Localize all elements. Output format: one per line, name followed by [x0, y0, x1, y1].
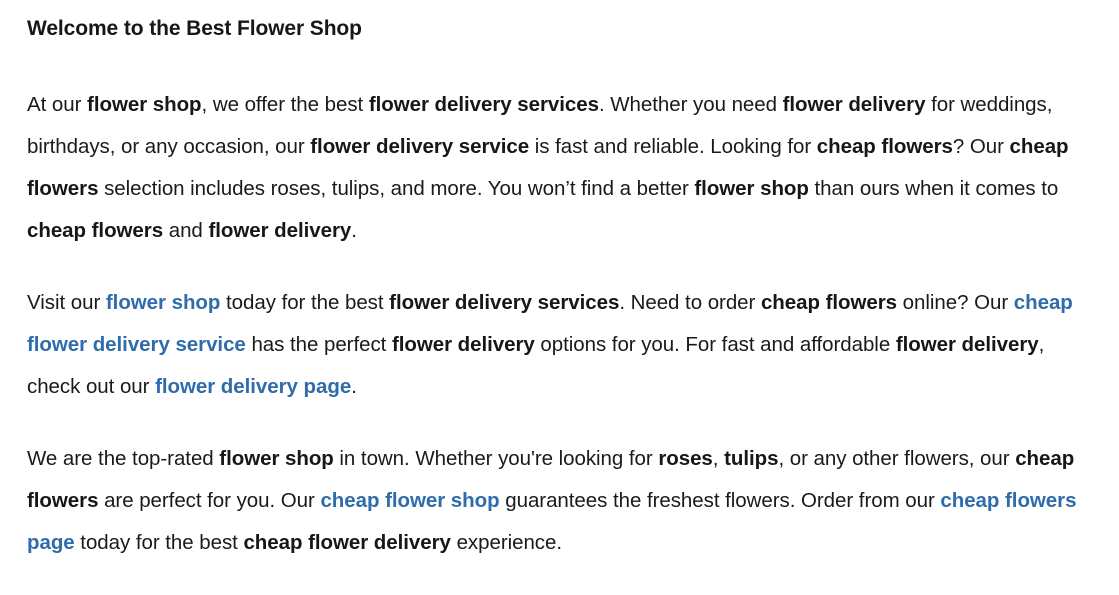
keyword-link[interactable]: flower shop	[106, 291, 221, 314]
keyword-bold: flower shop	[694, 177, 809, 200]
text-run: , or any other flowers, our	[778, 447, 1016, 470]
keyword-link[interactable]: cheap flower shop	[320, 489, 499, 512]
text-run: At our	[27, 93, 88, 116]
text-run: . Need to order	[619, 291, 761, 314]
text-run: . Whether you need	[598, 93, 783, 116]
page-title: Welcome to the Best Flower Shop	[27, 17, 362, 40]
text-run: experience.	[450, 531, 563, 554]
keyword-bold: cheap flowers	[27, 219, 164, 242]
text-run: options for you. For fast and affordable	[534, 333, 896, 356]
text-run: guarantees the freshest flowers. Order f…	[499, 489, 941, 512]
text-run: today for the best	[220, 291, 390, 314]
text-run: We are the top-rated	[27, 447, 220, 470]
text-run: today for the best	[74, 531, 244, 554]
keyword-bold: flower delivery	[895, 333, 1039, 356]
text-run: ,	[712, 447, 725, 470]
keyword-bold: flower delivery service	[310, 135, 530, 158]
text-run: , we offer the best	[201, 93, 369, 116]
page-content: Welcome to the Best Flower Shop At our f…	[0, 0, 1119, 595]
keyword-bold: tulips	[724, 447, 779, 470]
text-run: in town. Whether you're looking for	[333, 447, 659, 470]
paragraph-3: We are the top-rated flower shop in town…	[27, 438, 1085, 564]
keyword-bold: flower delivery services	[389, 291, 620, 314]
heading-spacer	[27, 44, 1085, 84]
keyword-bold: cheap flowers	[760, 291, 898, 314]
text-run: and	[163, 219, 209, 242]
keyword-bold: flower delivery	[782, 93, 926, 116]
text-run: is fast and reliable. Looking for	[529, 135, 817, 158]
keyword-bold: roses	[658, 447, 713, 470]
paragraph-spacer-1	[27, 252, 1085, 282]
text-run: Visit our	[27, 291, 106, 314]
paragraph-1: At our flower shop, we offer the best fl…	[27, 84, 1085, 252]
keyword-bold: flower shop	[219, 447, 334, 470]
keyword-bold: flower delivery services	[368, 93, 599, 116]
text-run: has the perfect	[245, 333, 392, 356]
text-run: selection includes roses, tulips, and mo…	[98, 177, 695, 200]
keyword-bold: flower delivery	[208, 219, 352, 242]
text-run: .	[351, 219, 357, 242]
text-run: online? Our	[897, 291, 1014, 314]
keyword-bold: cheap flower delivery	[243, 531, 451, 554]
keyword-bold: flower delivery	[391, 333, 535, 356]
text-run: ? Our	[952, 135, 1010, 158]
paragraph-2: Visit our flower shop today for the best…	[27, 282, 1085, 408]
keyword-link[interactable]: flower delivery page	[155, 375, 351, 398]
text-run: than ours when it comes to	[808, 177, 1059, 200]
paragraph-spacer-2	[27, 408, 1085, 438]
keyword-bold: cheap flowers	[816, 135, 953, 158]
text-run: .	[351, 375, 357, 398]
text-run: are perfect for you. Our	[98, 489, 321, 512]
keyword-bold: flower shop	[87, 93, 202, 116]
